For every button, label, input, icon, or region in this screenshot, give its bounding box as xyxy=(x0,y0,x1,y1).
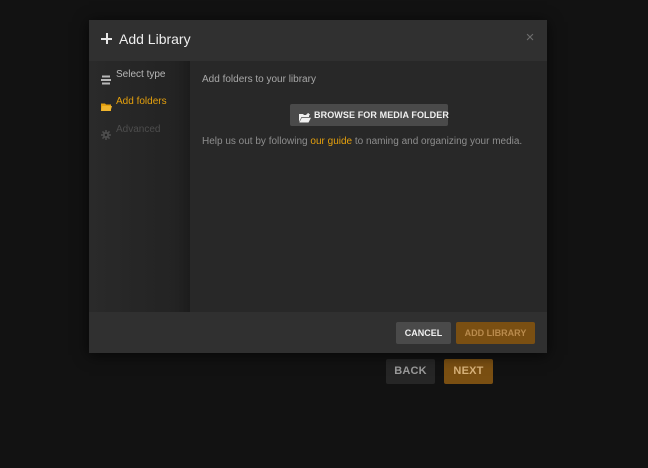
help-text: Help us out by following our guide to na… xyxy=(202,136,522,147)
help-text-after: to naming and organizing your media. xyxy=(352,136,523,147)
browse-media-folder-button[interactable]: BROWSE FOR MEDIA FOLDER xyxy=(290,104,449,126)
add-library-button[interactable]: ADD LIBRARY xyxy=(456,322,535,344)
our-guide-link[interactable]: our guide xyxy=(310,136,352,147)
dialog-header: Add Library × xyxy=(89,20,547,61)
folder-open-icon xyxy=(299,110,311,123)
close-icon[interactable]: × xyxy=(523,30,537,46)
browse-button-label: BROWSE FOR MEDIA FOLDER xyxy=(314,110,449,120)
add-library-dialog: Add Library × Select type Add folders Ad… xyxy=(89,20,547,353)
plus-icon xyxy=(101,33,112,44)
add-folders-pane: Add folders to your library BROWSE FOR M… xyxy=(190,61,547,312)
next-button[interactable]: NEXT xyxy=(444,359,493,384)
wizard-steps-sidebar: Select type Add folders Advanced xyxy=(89,61,190,312)
back-button[interactable]: BACK xyxy=(386,359,435,384)
sidebar-item-label: Advanced xyxy=(116,124,161,135)
dialog-footer: CANCEL ADD LIBRARY xyxy=(89,312,547,353)
sidebar-item-label: Add folders xyxy=(116,96,167,107)
pane-heading: Add folders to your library xyxy=(202,74,316,85)
sidebar-item-select-type[interactable]: Select type xyxy=(89,62,190,88)
dialog-title: Add Library xyxy=(119,31,191,47)
help-text-before: Help us out by following xyxy=(202,136,311,147)
sidebar-item-advanced: Advanced xyxy=(89,117,190,143)
gear-icon xyxy=(101,125,111,140)
stack-icon xyxy=(101,70,111,85)
sidebar-item-label: Select type xyxy=(116,69,166,80)
cancel-button[interactable]: CANCEL xyxy=(396,322,451,344)
folder-icon xyxy=(101,97,112,111)
sidebar-item-add-folders[interactable]: Add folders xyxy=(89,89,190,115)
